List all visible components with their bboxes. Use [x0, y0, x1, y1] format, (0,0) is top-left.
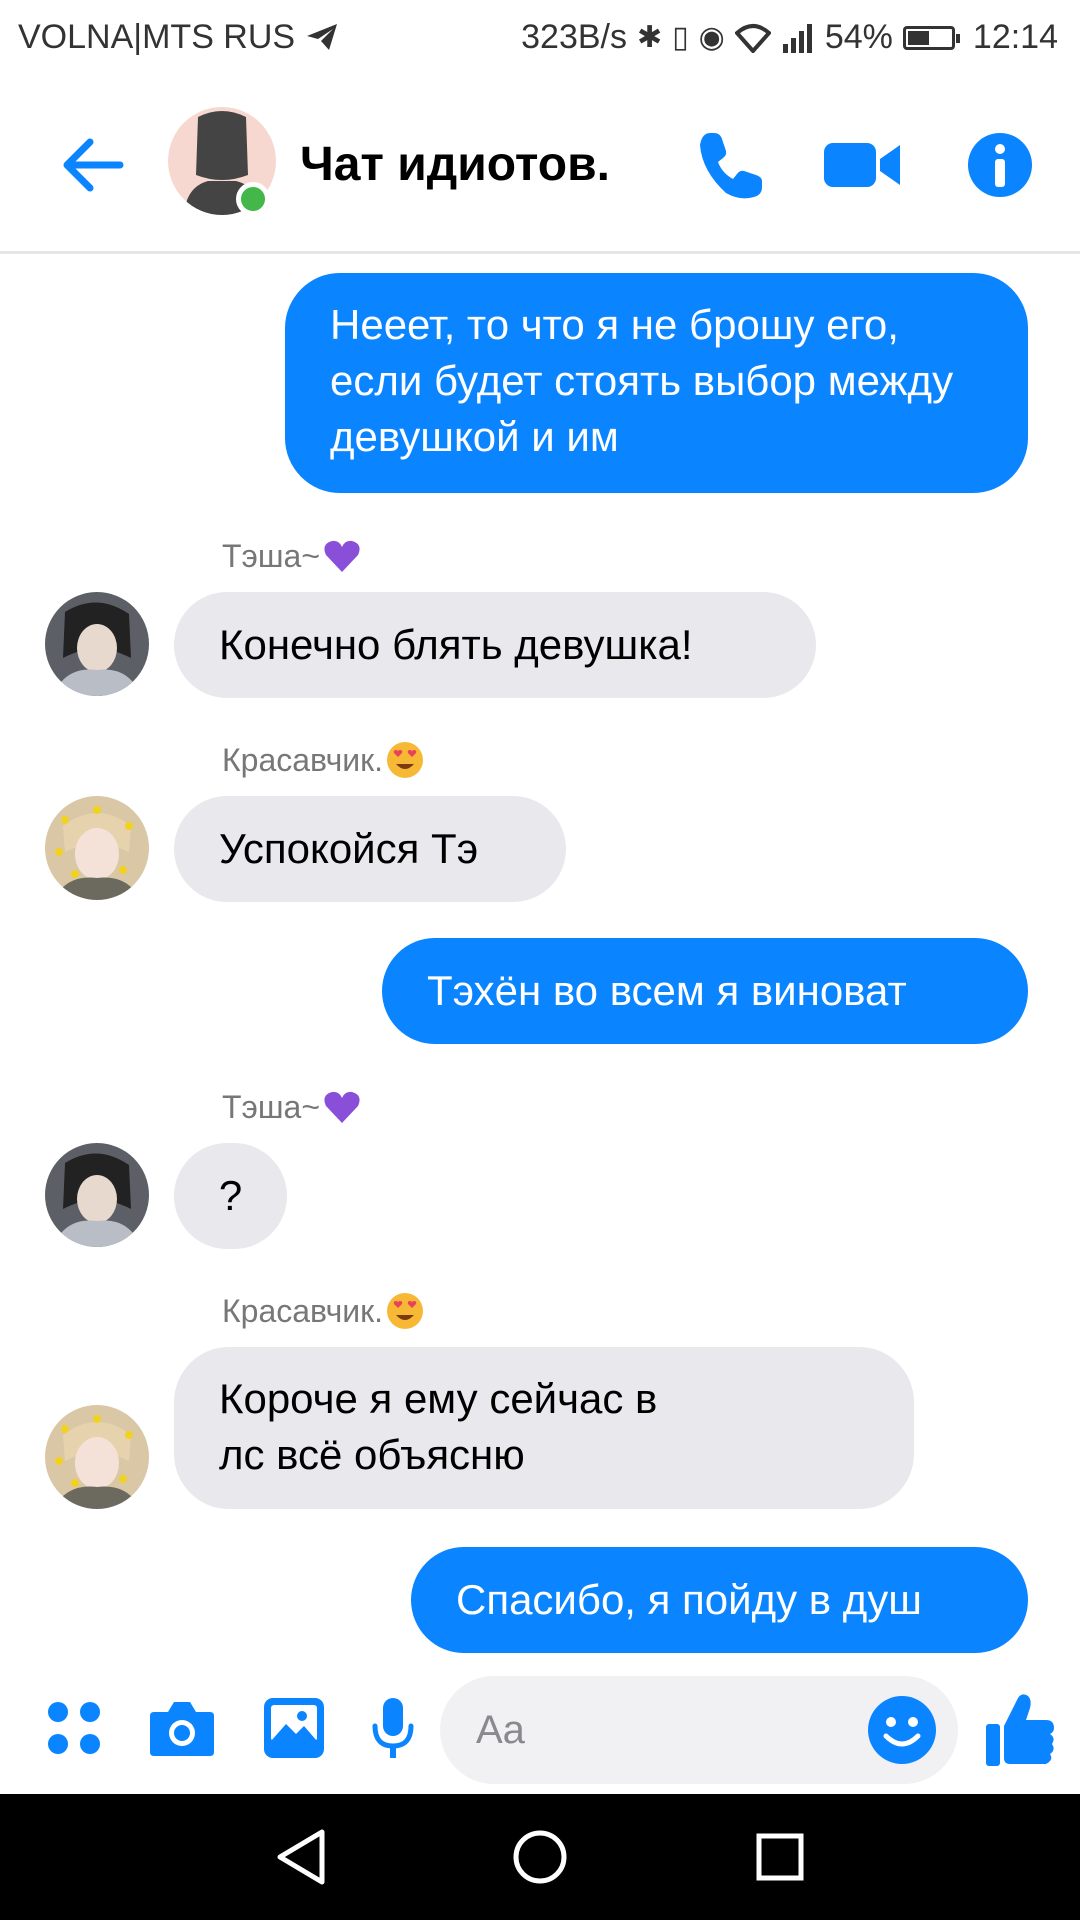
message-bubble-incoming[interactable]: Короче я ему сейчас в лс всё объясню — [174, 1347, 914, 1509]
heart-eyes-emoji — [387, 1293, 424, 1329]
nav-home-icon[interactable] — [505, 1822, 575, 1892]
chat-title[interactable]: Чат идиотов. — [300, 137, 610, 192]
message-composer: Aa — [0, 1668, 1080, 1792]
heart-eyes-emoji — [387, 742, 424, 778]
more-apps-icon[interactable] — [46, 1700, 102, 1756]
status-icons: 323B/s ✱ ▯ ◉ 54% 12:14 — [521, 18, 1058, 57]
user-photo-avatar — [45, 1143, 149, 1247]
carrier-label: VOLNA|MTS RUS — [18, 18, 339, 57]
sender-label: Тэша~ — [222, 1088, 321, 1125]
message-text: ? — [218, 1172, 243, 1219]
telegram-icon — [306, 24, 337, 50]
user-photo-avatar — [45, 1405, 149, 1509]
battery-icon — [902, 25, 960, 50]
message-bubble-outgoing[interactable]: Нееет, то что я не брошу его, если будет… — [285, 273, 1028, 493]
message-text: Конечно блять девушка! — [219, 621, 693, 668]
message-bubble-incoming[interactable]: Успокойся Тэ — [174, 796, 566, 902]
eye-icon: ◉ — [698, 20, 725, 54]
message-text: Успокойся Тэ — [219, 825, 479, 872]
sender-name: Тэша~ — [222, 536, 362, 576]
microphone-icon[interactable] — [370, 1696, 416, 1762]
carrier-name: VOLNA|MTS RUS — [18, 18, 296, 56]
gallery-icon[interactable] — [262, 1696, 326, 1760]
chat-header: Чат идиотов. — [0, 75, 1080, 254]
sender-label: Красавчик. — [222, 1292, 384, 1329]
signal-icon — [782, 23, 812, 53]
online-indicator — [236, 182, 270, 216]
phone-call-icon[interactable] — [692, 125, 772, 205]
message-bubble-incoming[interactable]: ? — [174, 1143, 287, 1249]
user-photo-avatar — [45, 796, 149, 900]
sender-avatar[interactable] — [45, 796, 149, 900]
wifi-icon — [734, 23, 771, 53]
sender-avatar[interactable] — [45, 1405, 149, 1509]
message-bubble-outgoing[interactable]: Тэхён во всем я виноват — [382, 938, 1028, 1044]
message-text: Короче я ему сейчас в лс всё объясню — [219, 1375, 658, 1478]
emoji-picker-icon[interactable] — [866, 1694, 938, 1766]
user-photo-avatar — [45, 592, 149, 696]
message-bubble-outgoing[interactable]: Спасибо, я пойду в душ — [411, 1547, 1028, 1653]
purple-heart-emoji — [324, 1091, 360, 1123]
message-text: Спасибо, я пойду в душ — [456, 1576, 922, 1623]
system-nav-bar — [0, 1794, 1080, 1920]
status-bar: VOLNA|MTS RUS 323B/s ✱ ▯ ◉ 54% 12:14 — [0, 0, 1080, 75]
nav-back-icon[interactable] — [266, 1822, 336, 1892]
sender-avatar[interactable] — [45, 1143, 149, 1247]
bluetooth-icon: ✱ — [637, 20, 663, 54]
message-text: Тэхён во всем я виноват — [427, 967, 907, 1014]
sender-avatar[interactable] — [45, 592, 149, 696]
input-placeholder: Aa — [476, 1708, 525, 1752]
thumbs-up-icon[interactable] — [984, 1692, 1056, 1768]
message-input[interactable]: Aa — [440, 1676, 958, 1784]
message-text: Нееет, то что я не брошу его, если будет… — [330, 301, 954, 460]
back-arrow-icon[interactable] — [58, 130, 128, 200]
battery-fill — [907, 30, 930, 45]
battery-percent: 54% — [824, 18, 893, 56]
info-icon[interactable] — [960, 125, 1040, 205]
camera-icon[interactable] — [148, 1698, 216, 1758]
clock: 12:14 — [972, 18, 1058, 56]
nav-recents-icon[interactable] — [745, 1822, 815, 1892]
purple-heart-emoji — [324, 540, 360, 572]
sender-name: Красавчик. — [222, 740, 425, 780]
sender-name: Тэша~ — [222, 1087, 362, 1127]
vibrate-icon: ▯ — [672, 20, 689, 54]
video-call-icon[interactable] — [822, 125, 902, 205]
net-speed: 323B/s — [521, 18, 627, 56]
sender-label: Красавчик. — [222, 741, 384, 778]
sender-label: Тэша~ — [222, 537, 321, 574]
message-bubble-incoming[interactable]: Конечно блять девушка! — [174, 592, 816, 698]
sender-name: Красавчик. — [222, 1291, 425, 1331]
